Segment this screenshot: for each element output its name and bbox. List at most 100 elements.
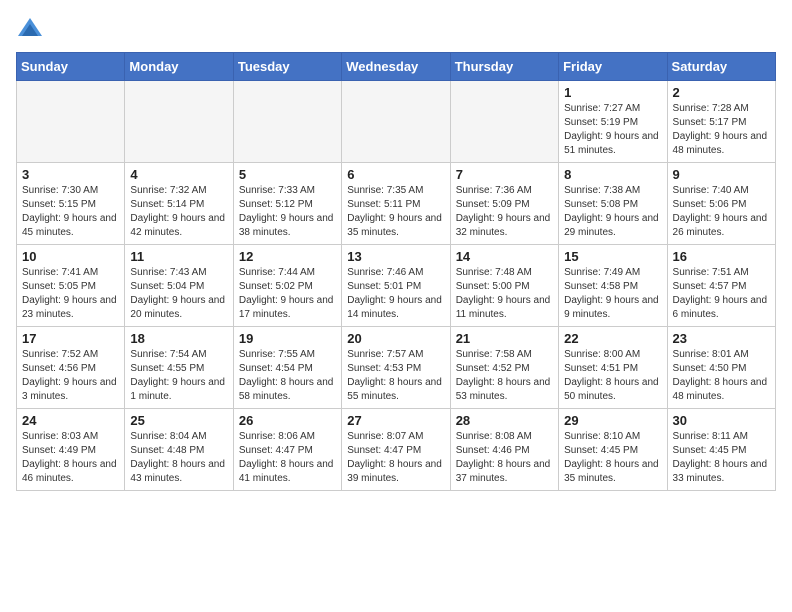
day-number: 3 (22, 167, 119, 182)
day-info: Sunrise: 7:51 AM Sunset: 4:57 PM Dayligh… (673, 266, 770, 322)
calendar-cell: 14 Sunrise: 7:48 AM Sunset: 5:00 PM Dayli… (450, 245, 558, 327)
calendar-cell: 18 Sunrise: 7:54 AM Sunset: 4:55 PM Dayli… (125, 327, 233, 409)
logo (16, 16, 48, 44)
day-number: 8 (564, 167, 661, 182)
calendar-cell: 8 Sunrise: 7:38 AM Sunset: 5:08 PM Daylig… (559, 163, 667, 245)
calendar-cell: 9 Sunrise: 7:40 AM Sunset: 5:06 PM Daylig… (667, 163, 775, 245)
calendar-cell: 15 Sunrise: 7:49 AM Sunset: 4:58 PM Dayli… (559, 245, 667, 327)
day-info: Sunrise: 8:00 AM Sunset: 4:51 PM Dayligh… (564, 348, 661, 404)
day-number: 23 (673, 331, 770, 346)
calendar-cell: 21 Sunrise: 7:58 AM Sunset: 4:52 PM Dayli… (450, 327, 558, 409)
calendar-header-sunday: Sunday (17, 53, 125, 81)
day-number: 28 (456, 413, 553, 428)
calendar-header-monday: Monday (125, 53, 233, 81)
calendar-cell: 1 Sunrise: 7:27 AM Sunset: 5:19 PM Daylig… (559, 81, 667, 163)
calendar-cell: 30Sunrise: 8:11 AM Sunset: 4:45 PM Dayli… (667, 409, 775, 491)
calendar-cell: 11Sunrise: 7:43 AM Sunset: 5:04 PM Dayli… (125, 245, 233, 327)
logo-icon (16, 16, 44, 44)
day-number: 9 (673, 167, 770, 182)
day-number: 1 (564, 85, 661, 100)
calendar-week-row: 3Sunrise: 7:30 AM Sunset: 5:15 PM Daylig… (17, 163, 776, 245)
day-info: Sunrise: 7:55 AM Sunset: 4:54 PM Dayligh… (239, 348, 336, 404)
calendar-header-tuesday: Tuesday (233, 53, 341, 81)
day-info: Sunrise: 7:33 AM Sunset: 5:12 PM Dayligh… (239, 184, 336, 240)
calendar-cell: 12 Sunrise: 7:44 AM Sunset: 5:02 PM Dayli… (233, 245, 341, 327)
calendar-cell: 22 Sunrise: 8:00 AM Sunset: 4:51 PM Dayli… (559, 327, 667, 409)
calendar-cell: 6Sunrise: 7:35 AM Sunset: 5:11 PM Daylig… (342, 163, 450, 245)
day-info: Sunrise: 7:44 AM Sunset: 5:02 PM Dayligh… (239, 266, 336, 322)
day-number: 16 (673, 249, 770, 264)
day-number: 15 (564, 249, 661, 264)
day-info: Sunrise: 8:01 AM Sunset: 4:50 PM Dayligh… (673, 348, 770, 404)
calendar-cell (342, 81, 450, 163)
calendar-cell: 27 Sunrise: 8:07 AM Sunset: 4:47 PM Dayli… (342, 409, 450, 491)
day-number: 13 (347, 249, 444, 264)
day-info: Sunrise: 7:49 AM Sunset: 4:58 PM Dayligh… (564, 266, 661, 322)
day-number: 6 (347, 167, 444, 182)
calendar-cell: 23 Sunrise: 8:01 AM Sunset: 4:50 PM Dayli… (667, 327, 775, 409)
day-number: 18 (130, 331, 227, 346)
page-header (16, 16, 776, 44)
calendar-header-saturday: Saturday (667, 53, 775, 81)
day-info: Sunrise: 7:40 AM Sunset: 5:06 PM Dayligh… (673, 184, 770, 240)
calendar-header-row: SundayMondayTuesdayWednesdayThursdayFrid… (17, 53, 776, 81)
calendar-cell (17, 81, 125, 163)
calendar-cell (450, 81, 558, 163)
calendar-cell: 19 Sunrise: 7:55 AM Sunset: 4:54 PM Dayli… (233, 327, 341, 409)
calendar-week-row: 1 Sunrise: 7:27 AM Sunset: 5:19 PM Daylig… (17, 81, 776, 163)
day-number: 27 (347, 413, 444, 428)
calendar-cell: 3Sunrise: 7:30 AM Sunset: 5:15 PM Daylig… (17, 163, 125, 245)
calendar-cell: 16 Sunrise: 7:51 AM Sunset: 4:57 PM Dayli… (667, 245, 775, 327)
calendar-cell: 17Sunrise: 7:52 AM Sunset: 4:56 PM Dayli… (17, 327, 125, 409)
calendar-cell: 20 Sunrise: 7:57 AM Sunset: 4:53 PM Dayli… (342, 327, 450, 409)
day-info: Sunrise: 8:06 AM Sunset: 4:47 PM Dayligh… (239, 430, 336, 486)
calendar-cell: 7Sunrise: 7:36 AM Sunset: 5:09 PM Daylig… (450, 163, 558, 245)
day-info: Sunrise: 8:03 AM Sunset: 4:49 PM Dayligh… (22, 430, 119, 486)
day-number: 17 (22, 331, 119, 346)
calendar-cell: 10 Sunrise: 7:41 AM Sunset: 5:05 PM Dayli… (17, 245, 125, 327)
day-info: Sunrise: 7:28 AM Sunset: 5:17 PM Dayligh… (673, 102, 770, 158)
day-number: 11 (130, 249, 227, 264)
calendar-cell (233, 81, 341, 163)
day-number: 19 (239, 331, 336, 346)
day-number: 2 (673, 85, 770, 100)
calendar-cell: 5 Sunrise: 7:33 AM Sunset: 5:12 PM Daylig… (233, 163, 341, 245)
day-number: 12 (239, 249, 336, 264)
calendar-body: 1 Sunrise: 7:27 AM Sunset: 5:19 PM Daylig… (17, 81, 776, 491)
day-number: 21 (456, 331, 553, 346)
day-number: 5 (239, 167, 336, 182)
day-info: Sunrise: 7:57 AM Sunset: 4:53 PM Dayligh… (347, 348, 444, 404)
calendar-cell: 25Sunrise: 8:04 AM Sunset: 4:48 PM Dayli… (125, 409, 233, 491)
calendar-week-row: 24 Sunrise: 8:03 AM Sunset: 4:49 PM Dayli… (17, 409, 776, 491)
calendar-header-friday: Friday (559, 53, 667, 81)
calendar-table: SundayMondayTuesdayWednesdayThursdayFrid… (16, 52, 776, 491)
day-number: 14 (456, 249, 553, 264)
day-info: Sunrise: 7:46 AM Sunset: 5:01 PM Dayligh… (347, 266, 444, 322)
day-number: 22 (564, 331, 661, 346)
day-number: 20 (347, 331, 444, 346)
day-number: 7 (456, 167, 553, 182)
day-info: Sunrise: 8:04 AM Sunset: 4:48 PM Dayligh… (130, 430, 227, 486)
day-info: Sunrise: 8:07 AM Sunset: 4:47 PM Dayligh… (347, 430, 444, 486)
day-info: Sunrise: 7:32 AM Sunset: 5:14 PM Dayligh… (130, 184, 227, 240)
day-info: Sunrise: 8:08 AM Sunset: 4:46 PM Dayligh… (456, 430, 553, 486)
calendar-cell: 26 Sunrise: 8:06 AM Sunset: 4:47 PM Dayli… (233, 409, 341, 491)
day-info: Sunrise: 7:41 AM Sunset: 5:05 PM Dayligh… (22, 266, 119, 322)
day-number: 10 (22, 249, 119, 264)
calendar-cell: 13 Sunrise: 7:46 AM Sunset: 5:01 PM Dayli… (342, 245, 450, 327)
day-info: Sunrise: 8:10 AM Sunset: 4:45 PM Dayligh… (564, 430, 661, 486)
calendar-week-row: 10 Sunrise: 7:41 AM Sunset: 5:05 PM Dayli… (17, 245, 776, 327)
calendar-cell: 4Sunrise: 7:32 AM Sunset: 5:14 PM Daylig… (125, 163, 233, 245)
calendar-cell: 28 Sunrise: 8:08 AM Sunset: 4:46 PM Dayli… (450, 409, 558, 491)
day-number: 24 (22, 413, 119, 428)
day-number: 26 (239, 413, 336, 428)
day-info: Sunrise: 7:48 AM Sunset: 5:00 PM Dayligh… (456, 266, 553, 322)
day-info: Sunrise: 7:54 AM Sunset: 4:55 PM Dayligh… (130, 348, 227, 404)
calendar-header-wednesday: Wednesday (342, 53, 450, 81)
day-info: Sunrise: 7:38 AM Sunset: 5:08 PM Dayligh… (564, 184, 661, 240)
day-number: 29 (564, 413, 661, 428)
day-info: Sunrise: 7:58 AM Sunset: 4:52 PM Dayligh… (456, 348, 553, 404)
day-info: Sunrise: 7:27 AM Sunset: 5:19 PM Dayligh… (564, 102, 661, 158)
calendar-cell: 24 Sunrise: 8:03 AM Sunset: 4:49 PM Dayli… (17, 409, 125, 491)
calendar-header-thursday: Thursday (450, 53, 558, 81)
